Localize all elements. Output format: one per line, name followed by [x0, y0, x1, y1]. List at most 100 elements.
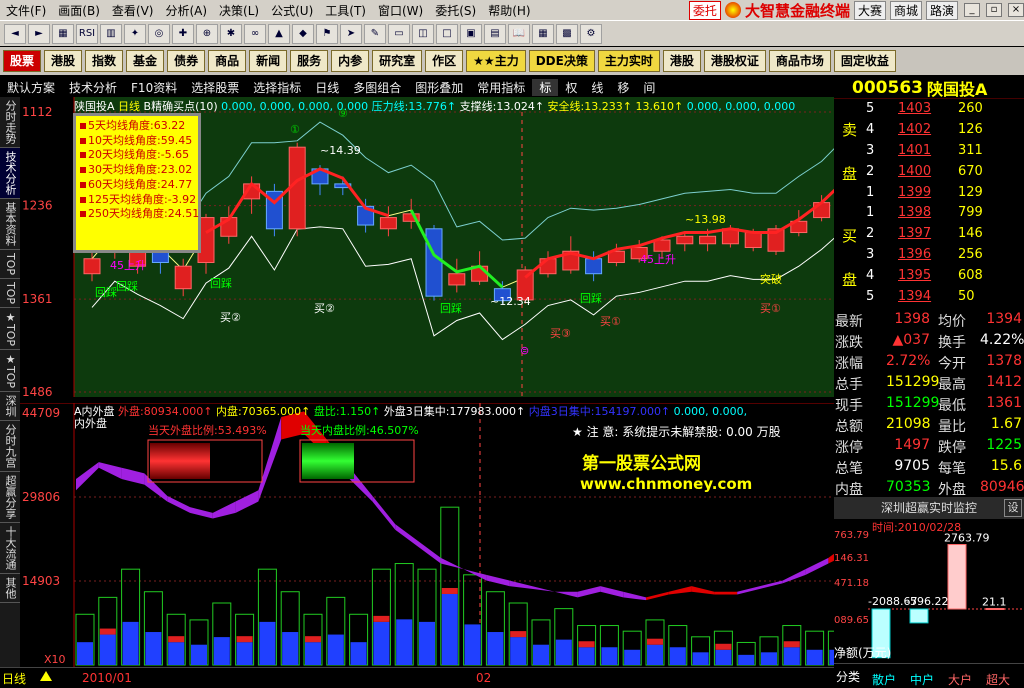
forward-icon[interactable]: ►: [28, 23, 50, 44]
close-icon[interactable]: ×: [1008, 3, 1024, 17]
menu-view[interactable]: 查看(V): [106, 2, 160, 19]
category-super[interactable]: 超大: [986, 671, 1010, 688]
tile-icon[interactable]: ✎: [364, 23, 386, 44]
bid-row[interactable]: 5 1394 50: [834, 289, 1024, 310]
left-nav-item-5[interactable]: ★TOP: [0, 308, 20, 351]
market-tab-15[interactable]: 港股权证: [703, 50, 766, 72]
bid-row[interactable]: 2 1397 146: [834, 226, 1024, 247]
layout-icon[interactable]: ◫: [412, 23, 434, 44]
market-tab-14[interactable]: 港股: [662, 50, 701, 72]
market-tab-9[interactable]: 研究室: [372, 50, 423, 72]
analysis-tool-1[interactable]: 技术分析: [62, 79, 124, 96]
left-nav-item-3[interactable]: TOP: [0, 250, 20, 280]
binoculars-icon[interactable]: ∞: [244, 23, 266, 44]
left-nav-item-11[interactable]: 其他: [0, 574, 20, 604]
market-tab-4[interactable]: 债券: [167, 50, 206, 72]
left-nav-item-7[interactable]: 深圳: [0, 392, 20, 422]
analysis-tool-0[interactable]: 默认方案: [0, 79, 62, 96]
analysis-tool-5[interactable]: 日线: [308, 79, 346, 96]
period-triangle-icon[interactable]: [40, 671, 52, 681]
left-nav-item-1[interactable]: 技术分析: [0, 148, 20, 199]
ask-row[interactable]: 2 1400 670: [834, 164, 1024, 185]
category-retail[interactable]: 散户: [872, 671, 896, 688]
bell-icon[interactable]: ▲: [268, 23, 290, 44]
monitor-settings-button[interactable]: 设: [1004, 499, 1022, 517]
market-tab-12[interactable]: DDE决策: [528, 50, 595, 72]
menu-delegate[interactable]: 委托(S): [429, 2, 482, 19]
left-nav-item-4[interactable]: TOP: [0, 279, 20, 309]
menu-help[interactable]: 帮助(H): [482, 2, 536, 19]
sector-icon[interactable]: ✚: [172, 23, 194, 44]
menu-view-screen[interactable]: 画面(B): [52, 2, 106, 19]
analysis-tool-8[interactable]: 常用指标: [470, 79, 532, 96]
market-tab-8[interactable]: 内参: [331, 50, 370, 72]
market-tab-6[interactable]: 新闻: [249, 50, 288, 72]
left-nav-item-2[interactable]: 基本资料: [0, 199, 20, 250]
analysis-tool-10[interactable]: 权: [558, 79, 584, 96]
analysis-tool-9[interactable]: 标: [532, 78, 559, 96]
market-tab-1[interactable]: 港股: [44, 50, 83, 72]
market-tab-7[interactable]: 服务: [290, 50, 329, 72]
menu-decision[interactable]: 决策(L): [213, 2, 265, 19]
market-tab-11[interactable]: ★★主力: [466, 50, 526, 72]
analysis-tool-13[interactable]: 间: [636, 79, 662, 96]
back-icon[interactable]: ◄: [4, 23, 26, 44]
ask-row[interactable]: 4 1402 126: [834, 122, 1024, 143]
minimize-icon[interactable]: _: [964, 3, 980, 17]
bid-row[interactable]: 3 1396 256: [834, 247, 1024, 268]
contest-link[interactable]: 大赛: [853, 0, 886, 20]
analysis-tool-11[interactable]: 线: [584, 79, 610, 96]
ring-icon[interactable]: ⊕: [196, 23, 218, 44]
left-nav-item-6[interactable]: ★TOP: [0, 350, 20, 393]
analysis-tool-6[interactable]: 多图组合: [346, 79, 408, 96]
book-icon[interactable]: 📖: [508, 23, 530, 44]
ask-row[interactable]: 3 1401 311: [834, 143, 1024, 164]
flag-icon[interactable]: ⚑: [316, 23, 338, 44]
bars-icon[interactable]: ▥: [100, 23, 122, 44]
ask-row[interactable]: 1 1399 129: [834, 185, 1024, 206]
delegate-tag[interactable]: 委托: [688, 0, 721, 20]
left-nav-item-8[interactable]: 分时九宫: [0, 421, 20, 473]
market-tab-10[interactable]: 作区: [425, 50, 464, 72]
menu-formula[interactable]: 公式(U): [265, 2, 319, 19]
grid-icon[interactable]: ▦: [532, 23, 554, 44]
category-mid[interactable]: 中户: [910, 671, 934, 688]
search-icon[interactable]: ◎: [148, 23, 170, 44]
inner-outer-chart[interactable]: 44709 14903 29806 X10 A内外盘 外盘:80934.000↑ 内盘…: [20, 403, 834, 667]
category-large[interactable]: 大户: [948, 671, 972, 688]
left-nav-item-10[interactable]: 十大流通: [0, 523, 20, 575]
market-icon[interactable]: ▦: [52, 23, 74, 44]
roadshow-link[interactable]: 路演: [925, 0, 958, 20]
analysis-tool-12[interactable]: 移: [610, 79, 636, 96]
market-tab-5[interactable]: 商品: [208, 50, 247, 72]
market-tab-2[interactable]: 指数: [85, 50, 124, 72]
chart-icon[interactable]: ▩: [556, 23, 578, 44]
analysis-tool-4[interactable]: 选择指标: [246, 79, 308, 96]
window-icon[interactable]: □: [436, 23, 458, 44]
tree-icon[interactable]: ✱: [220, 23, 242, 44]
period-label[interactable]: 日线: [2, 670, 26, 687]
left-nav-item-9[interactable]: 超赢分享: [0, 472, 20, 524]
arrow-icon[interactable]: ➤: [340, 23, 362, 44]
calc-icon[interactable]: ◆: [292, 23, 314, 44]
restore-icon[interactable]: ▫: [986, 3, 1002, 17]
analysis-tool-2[interactable]: F10资料: [124, 79, 184, 96]
market-tab-0[interactable]: 股票: [3, 50, 42, 72]
ask-row[interactable]: 5 1403 260: [834, 101, 1024, 122]
menu-file[interactable]: 文件(F): [0, 2, 52, 19]
analysis-tool-3[interactable]: 选择股票: [184, 79, 246, 96]
menu-analysis[interactable]: 分析(A): [159, 2, 213, 19]
market-tab-13[interactable]: 主力实时: [597, 50, 660, 72]
star-icon[interactable]: ✦: [124, 23, 146, 44]
analysis-tool-7[interactable]: 图形叠加: [408, 79, 470, 96]
mall-link[interactable]: 商城: [889, 0, 922, 20]
monitor-icon[interactable]: ▭: [388, 23, 410, 44]
left-nav-item-0[interactable]: 分时走势: [0, 97, 20, 148]
bid-row[interactable]: 1 1398 799: [834, 205, 1024, 226]
bid-row[interactable]: 4 1395 608: [834, 268, 1024, 289]
menu-window[interactable]: 窗口(W): [372, 2, 429, 19]
market-tab-17[interactable]: 固定收益: [833, 50, 896, 72]
market-tab-3[interactable]: 基金: [126, 50, 165, 72]
note-icon[interactable]: ▤: [484, 23, 506, 44]
rsi-icon[interactable]: RSI: [76, 23, 98, 44]
